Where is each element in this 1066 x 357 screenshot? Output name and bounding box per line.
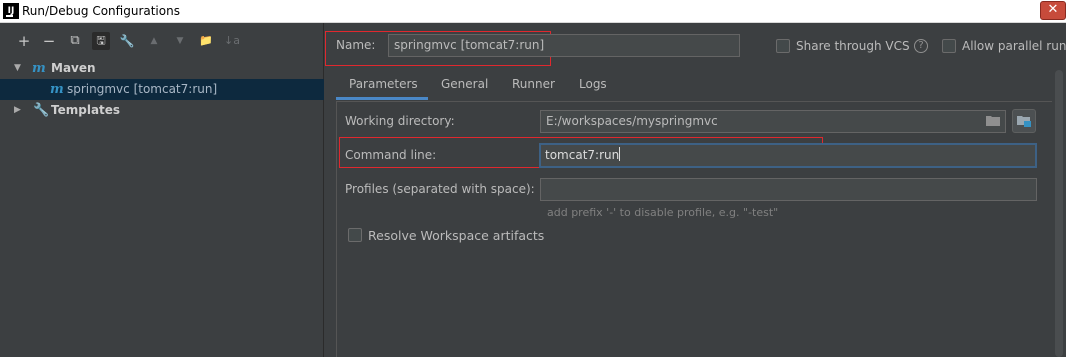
allow-parallel-run-label[interactable]: Allow parallel run (962, 39, 1066, 53)
remove-icon[interactable]: − (40, 32, 58, 50)
sort-icon[interactable]: ↓a (223, 32, 241, 50)
wrench-icon[interactable]: 🔧 (118, 32, 136, 50)
working-directory-value: E:/workspaces/myspringmvc (546, 114, 718, 128)
share-vcs-checkbox[interactable] (776, 39, 790, 53)
tree-item-templates[interactable]: ▶ 🔧 Templates (0, 100, 324, 121)
tab-logs[interactable]: Logs (579, 72, 607, 100)
move-down-icon[interactable]: ▼ (171, 32, 189, 50)
working-directory-label: Working directory: (345, 114, 455, 128)
profiles-hint: add prefix '-' to disable profile, e.g. … (547, 206, 779, 219)
add-icon[interactable]: + (15, 32, 33, 50)
tree-item-maven[interactable]: ▼ m Maven (0, 58, 324, 79)
profiles-field[interactable] (540, 178, 1037, 201)
title-bar: IJ Run/Debug Configurations ✕ (0, 0, 1066, 23)
tab-parameters[interactable]: Parameters (336, 72, 428, 100)
expand-arrow-icon[interactable]: ▼ (14, 58, 24, 79)
tree-item-label: Maven (51, 61, 96, 75)
new-folder-icon[interactable]: 📁 (197, 32, 215, 50)
copy-icon[interactable]: ⧉ (66, 32, 84, 50)
move-up-icon[interactable]: ▲ (145, 32, 163, 50)
share-vcs-label[interactable]: Share through VCS (796, 39, 910, 53)
module-folder-icon (1017, 116, 1031, 127)
tree-item-label: Templates (51, 103, 121, 117)
command-line-label: Command line: (345, 148, 437, 162)
maven-icon: m (32, 61, 46, 76)
resolve-workspace-checkbox[interactable] (348, 228, 362, 242)
working-directory-field[interactable]: E:/workspaces/myspringmvc (540, 110, 1006, 133)
configurations-toolbar: + − ⧉ 🖫 🔧 ▲ ▼ 📁 ↓a (0, 23, 324, 57)
collapse-arrow-icon[interactable]: ▶ (14, 100, 24, 121)
text-caret (619, 147, 621, 161)
maven-run-config-icon: m (50, 82, 64, 97)
tree-item-label: springmvc [tomcat7:run] (67, 82, 218, 96)
window-title: Run/Debug Configurations (22, 4, 180, 18)
tab-general[interactable]: General (441, 72, 488, 100)
configuration-editor: Name: springmvc [tomcat7:run] Share thro… (325, 23, 1066, 357)
configurations-sidebar: + − ⧉ 🖫 🔧 ▲ ▼ 📁 ↓a ▼ m Maven m springmvc… (0, 23, 324, 357)
intellij-app-icon: IJ (3, 3, 19, 19)
vertical-scrollbar[interactable] (1055, 70, 1063, 357)
name-label: Name: (336, 38, 376, 52)
allow-parallel-run-checkbox[interactable] (942, 39, 956, 53)
command-line-value: tomcat7:run (545, 148, 620, 162)
resolve-workspace-label[interactable]: Resolve Workspace artifacts (368, 228, 544, 243)
browse-module-button[interactable] (1012, 109, 1036, 133)
help-icon[interactable]: ? (914, 39, 928, 53)
configurations-tree: ▼ m Maven m springmvc [tomcat7:run] ▶ 🔧 … (0, 58, 324, 121)
tree-item-springmvc[interactable]: m springmvc [tomcat7:run] (0, 79, 324, 100)
templates-wrench-icon: 🔧 (33, 103, 50, 118)
folder-icon[interactable] (986, 114, 1000, 126)
save-icon[interactable]: 🖫 (92, 32, 110, 50)
command-line-field[interactable]: tomcat7:run (539, 143, 1037, 168)
profiles-label: Profiles (separated with space): (345, 182, 535, 196)
tab-runner[interactable]: Runner (512, 72, 555, 100)
name-field[interactable]: springmvc [tomcat7:run] (388, 34, 740, 57)
close-button[interactable]: ✕ (1040, 1, 1066, 20)
